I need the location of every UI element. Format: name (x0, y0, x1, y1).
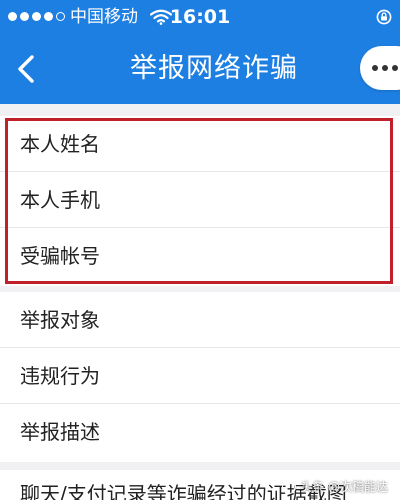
more-dots-icon (372, 65, 398, 71)
personal-info-group: 本人姓名 本人手机 受骗帐号 (0, 116, 400, 286)
watermark-text: 头条 @次稿能达 (300, 480, 388, 494)
violation-field[interactable]: 违规行为 (0, 348, 400, 404)
field-label: 违规行为 (20, 364, 100, 388)
phone-field[interactable]: 本人手机 (0, 172, 400, 228)
field-label: 本人手机 (20, 188, 100, 212)
chevron-left-icon[interactable] (12, 52, 42, 86)
field-label: 本人姓名 (20, 132, 100, 156)
field-label: 举报描述 (20, 420, 100, 444)
description-field[interactable]: 举报描述 (0, 404, 400, 460)
rotation-lock-icon (376, 9, 392, 25)
status-time: 16:01 (169, 6, 231, 28)
field-label: 举报对象 (20, 308, 100, 332)
watermark: 头条 @次稿能达 (282, 480, 388, 494)
report-details-group: 举报对象 违规行为 举报描述 (0, 292, 400, 462)
report-target-field[interactable]: 举报对象 (0, 292, 400, 348)
app-header: 中国移动 16:01 举报网络诈骗 (0, 0, 400, 104)
scammed-account-field[interactable]: 受骗帐号 (0, 228, 400, 284)
page-title: 举报网络诈骗 (130, 53, 298, 84)
navigation-bar: 举报网络诈骗 (0, 34, 400, 104)
status-bar: 中国移动 16:01 (0, 0, 400, 34)
watermark-logo-icon (282, 480, 297, 494)
more-button[interactable] (360, 46, 400, 90)
field-label: 受骗帐号 (20, 244, 100, 268)
report-fraud-screen: 中国移动 16:01 举报网络诈骗 本人姓名 本人手机 受骗帐号 举报对象 违规… (0, 0, 400, 500)
name-field[interactable]: 本人姓名 (0, 116, 400, 172)
